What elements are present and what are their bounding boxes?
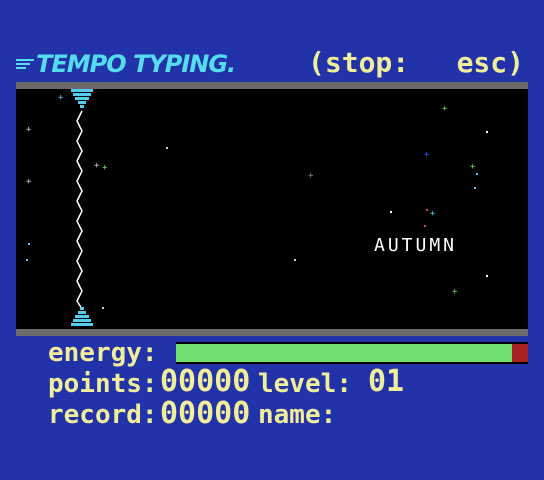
record-label: record:: [48, 400, 158, 430]
star-dots: [26, 131, 488, 309]
stop-hint-key: esc): [456, 46, 524, 79]
points-label: points:: [48, 369, 158, 399]
svg-text:+: +: [94, 161, 100, 171]
stop-hint-label: (stop:: [308, 46, 410, 79]
svg-text:+: +: [470, 162, 476, 172]
svg-text:+: +: [102, 163, 108, 173]
svg-text:+: +: [26, 125, 32, 135]
starfield: + + + + + + + + + + +: [26, 93, 476, 297]
level-value: 01: [368, 364, 405, 399]
points-value: 00000: [160, 364, 251, 399]
svg-text:+: +: [442, 104, 448, 114]
bottom-emitter-icon: [71, 307, 93, 326]
record-value: 00000: [160, 396, 251, 431]
falling-word: AUTUMN: [374, 235, 458, 256]
svg-text:+: +: [452, 287, 458, 297]
top-emitter-icon: [71, 89, 93, 108]
level-label: level:: [258, 369, 352, 399]
stop-hint: (stop: esc): [308, 46, 524, 80]
energy-bar-cap: [512, 344, 528, 362]
game-logo: Tempo Typing.: [16, 50, 236, 78]
energy-bar-fill: [176, 344, 512, 362]
svg-text:+: +: [58, 93, 64, 103]
svg-text:+: +: [26, 177, 32, 187]
energy-label: energy:: [48, 338, 158, 368]
energy-bar: [176, 342, 528, 364]
energy-barrier: [76, 110, 83, 310]
playfield-graphics: + + + + + + + + + + +: [26, 89, 488, 326]
playfield: + + + + + + + + + + + AUTUMN: [16, 82, 528, 336]
speed-lines-icon: [16, 57, 34, 71]
logo-text: Tempo Typing.: [36, 50, 236, 78]
name-label: name:: [258, 400, 337, 430]
svg-text:+: +: [424, 150, 430, 160]
svg-text:+: +: [308, 171, 314, 181]
svg-text:+: +: [430, 209, 436, 219]
